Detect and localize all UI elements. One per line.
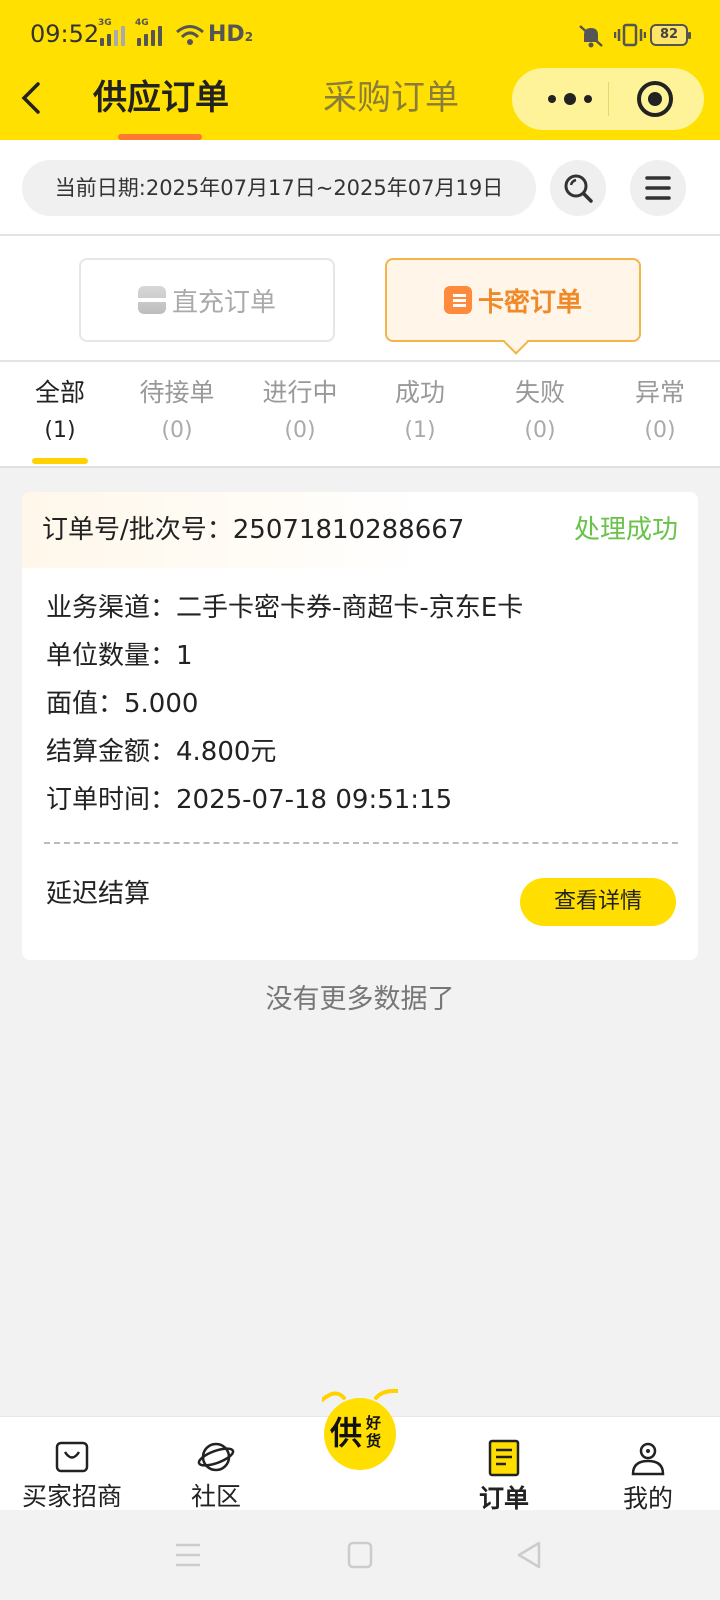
order-card[interactable]: 订单号/批次号：25071810288667 处理成功 业务渠道：二手卡密卡券-… <box>22 492 698 960</box>
more-dots-icon[interactable] <box>540 86 600 112</box>
list-icon <box>443 286 472 314</box>
search-icon <box>564 174 593 203</box>
status-tab-pending[interactable]: 待接单 (0) <box>117 374 237 450</box>
nav-buyer-invite[interactable]: 买家招商 <box>0 1439 144 1515</box>
order-card-header: 订单号/批次号：25071810288667 处理成功 <box>22 492 698 568</box>
status-time: 09:52 <box>30 20 100 48</box>
direct-recharge-label: 直充订单 <box>171 287 276 318</box>
order-list-icon <box>488 1439 520 1477</box>
status-tab-in-progress[interactable]: 进行中 (0) <box>240 374 360 450</box>
settlement-type: 延迟结算 <box>46 879 151 909</box>
order-number: 订单号/批次号：25071810288667 <box>42 515 465 545</box>
status-bar: 09:52 3G 4G HD2 82 <box>0 0 720 70</box>
card-secret-orders-button[interactable]: 卡密订单 <box>385 258 641 342</box>
logo-sub-char-1: 好 <box>366 1414 382 1432</box>
filter-bar: 当前日期:2025年07月17日~2025年07月19日 <box>0 140 720 236</box>
menu-button[interactable] <box>630 160 686 216</box>
close-miniapp-icon[interactable] <box>636 80 674 118</box>
signal-3g-icon: 3G <box>98 18 125 46</box>
unit-quantity: 单位数量：1 <box>46 641 193 671</box>
home-icon[interactable] <box>347 1541 373 1569</box>
nav-mine[interactable]: 我的 <box>576 1439 720 1517</box>
capsule-divider <box>608 82 609 116</box>
order-type-bar: 直充订单 卡密订单 <box>0 236 720 362</box>
signal-4g-icon: 4G <box>135 18 162 46</box>
order-details: 业务渠道：二手卡密卡券-商超卡-京东E卡 单位数量：1 面值：5.000 结算金… <box>46 584 523 824</box>
status-tab-abnormal[interactable]: 异常 (0) <box>600 374 720 450</box>
nav-orders[interactable]: 订单 <box>432 1439 576 1517</box>
no-more-data-text: 没有更多数据了 <box>265 984 455 1015</box>
logo-sub-char-2: 货 <box>366 1432 382 1450</box>
user-icon <box>631 1442 665 1476</box>
date-range-selector[interactable]: 当前日期:2025年07月17日~2025年07月19日 <box>22 160 536 216</box>
menu-icon <box>645 176 671 200</box>
mute-bell-icon <box>579 25 603 48</box>
back-arrow-icon[interactable] <box>12 78 52 118</box>
battery-icon: 82 <box>650 24 691 46</box>
top-header: 供应订单 采购订单 <box>0 68 720 140</box>
vibrate-icon <box>614 23 646 47</box>
status-tab-underline <box>32 458 88 464</box>
nav-community[interactable]: 社区 <box>144 1439 288 1515</box>
hd-indicator: HD2 <box>208 22 254 47</box>
card-icon <box>137 286 166 314</box>
search-button[interactable] <box>550 160 606 216</box>
recent-apps-icon[interactable] <box>174 1542 202 1568</box>
wifi-icon <box>176 25 204 45</box>
system-navigation-bar <box>0 1510 720 1600</box>
tab-purchase-orders[interactable]: 采购订单 <box>323 76 459 120</box>
planet-icon <box>197 1442 235 1472</box>
status-tab-all[interactable]: 全部 (1) <box>0 374 120 450</box>
miniapp-capsule <box>512 68 704 130</box>
center-logo-button[interactable]: 供 好 货 <box>322 1388 398 1472</box>
shopping-bag-icon <box>55 1441 89 1473</box>
tab-supply-orders[interactable]: 供应订单 <box>93 76 229 120</box>
order-time: 订单时间：2025-07-18 09:51:15 <box>46 785 453 815</box>
card-secret-label: 卡密订单 <box>477 287 582 318</box>
order-status: 处理成功 <box>573 515 678 545</box>
status-tabs: 全部 (1) 待接单 (0) 进行中 (0) 成功 (1) 失败 (0) 异常 (0) <box>0 362 720 468</box>
view-details-button[interactable]: 查看详情 <box>520 878 676 926</box>
status-tab-success[interactable]: 成功 (1) <box>360 374 480 450</box>
direct-recharge-orders-button[interactable]: 直充订单 <box>79 258 335 342</box>
business-channel: 业务渠道：二手卡密卡券-商超卡-京东E卡 <box>46 593 524 623</box>
dashed-divider <box>44 842 678 844</box>
settlement-amount: 结算金额：4.800元 <box>46 737 277 767</box>
logo-main-char: 供 <box>330 1414 363 1452</box>
back-triangle-icon[interactable] <box>516 1540 542 1570</box>
status-tab-failed[interactable]: 失败 (0) <box>480 374 600 450</box>
face-value: 面值：5.000 <box>46 689 199 719</box>
